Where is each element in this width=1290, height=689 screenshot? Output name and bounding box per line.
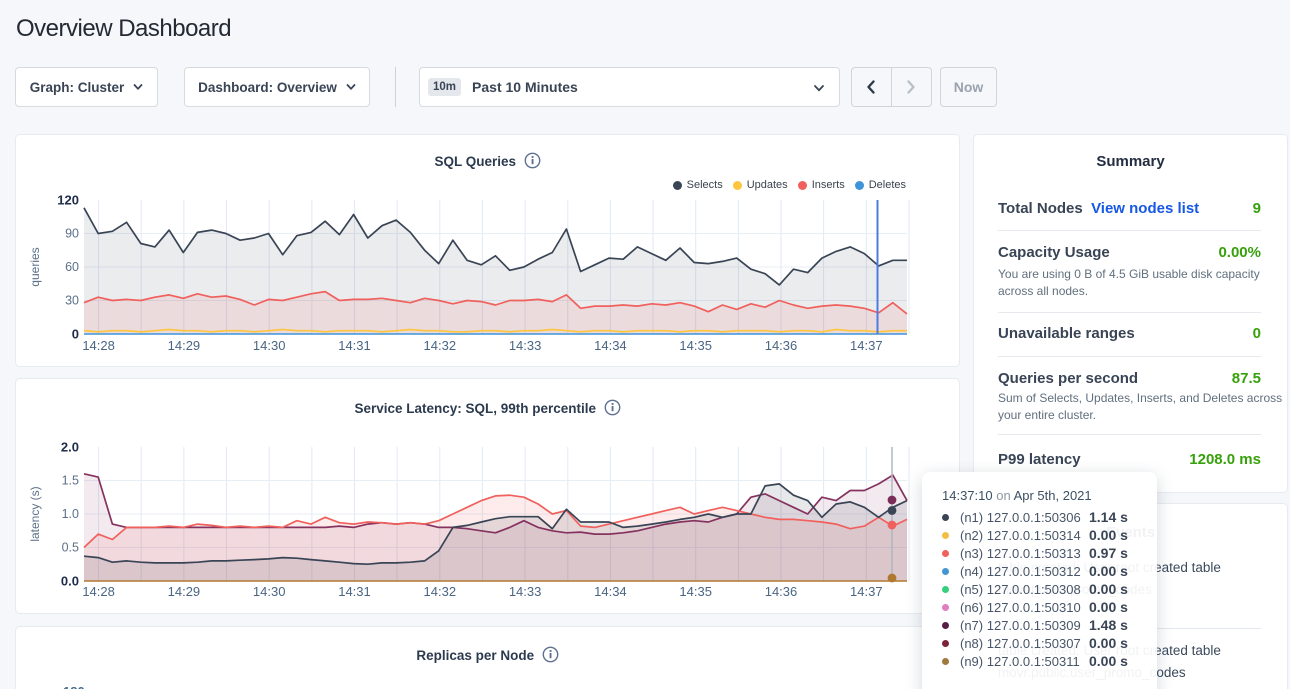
svg-text:14:29: 14:29 (168, 338, 201, 353)
svg-text:14:31: 14:31 (338, 338, 371, 353)
svg-text:14:35: 14:35 (679, 338, 712, 353)
svg-text:0.5: 0.5 (62, 541, 79, 555)
svg-text:14:30: 14:30 (253, 584, 286, 599)
svg-text:120: 120 (57, 193, 79, 208)
svg-text:queries: queries (28, 247, 42, 286)
svg-text:1.0: 1.0 (62, 507, 79, 521)
svg-text:14:29: 14:29 (168, 584, 201, 599)
svg-text:60: 60 (65, 260, 79, 274)
svg-text:14:37: 14:37 (850, 338, 883, 353)
svg-text:14:36: 14:36 (765, 584, 798, 599)
svg-text:latency (s): latency (s) (28, 486, 42, 541)
svg-text:14:33: 14:33 (509, 338, 542, 353)
svg-text:0: 0 (72, 327, 79, 342)
svg-text:14:37: 14:37 (850, 584, 883, 599)
svg-text:1.5: 1.5 (62, 474, 79, 488)
svg-text:14:31: 14:31 (338, 584, 371, 599)
svg-text:90: 90 (65, 227, 79, 241)
svg-text:14:34: 14:34 (594, 584, 627, 599)
svg-text:14:32: 14:32 (424, 338, 457, 353)
svg-text:14:33: 14:33 (509, 584, 542, 599)
svg-text:14:30: 14:30 (253, 338, 286, 353)
svg-text:0.0: 0.0 (61, 574, 79, 589)
svg-text:14:36: 14:36 (765, 338, 798, 353)
svg-text:30: 30 (65, 294, 79, 308)
svg-text:2.0: 2.0 (61, 440, 79, 455)
svg-text:14:28: 14:28 (82, 584, 115, 599)
svg-text:14:34: 14:34 (594, 338, 627, 353)
svg-text:14:32: 14:32 (424, 584, 457, 599)
svg-text:14:28: 14:28 (82, 338, 115, 353)
svg-text:14:35: 14:35 (679, 584, 712, 599)
